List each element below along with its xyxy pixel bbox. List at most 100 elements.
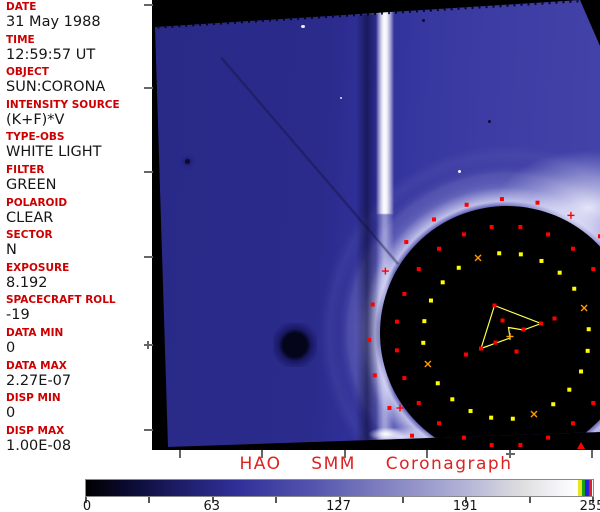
- fiducial-tick: [426, 450, 428, 458]
- fiducial-tick: [144, 171, 153, 173]
- outer-red-ring-dot: [464, 202, 469, 207]
- metadata-value: -19: [6, 307, 30, 324]
- metadata-value: 2.27E-07: [6, 372, 72, 389]
- pointing-polygon: [480, 304, 543, 350]
- outer-red-ring-dot: [404, 240, 409, 245]
- outer-red-ring-dot: [410, 433, 415, 438]
- colorbar-tick-label: 63: [203, 499, 221, 512]
- inner-yellow-ring-dot: [518, 252, 523, 257]
- metadata-item: DATA MAX 2.27E-07: [6, 360, 152, 393]
- middle-red-ring-dot: [394, 348, 399, 353]
- outer-red-ring-dot: [370, 302, 375, 307]
- colorbar-tick-label: 255: [579, 499, 600, 512]
- inner-yellow-ring-dot: [579, 369, 584, 374]
- scatter-dot: [464, 352, 468, 357]
- middle-red-ring-dot: [570, 421, 575, 426]
- middle-red-ring-dot: [591, 267, 596, 272]
- metadata-label: OBJECT: [6, 66, 49, 79]
- middle-red-ring-dot: [591, 400, 596, 405]
- polygon-vertex-dot: [539, 321, 543, 326]
- image-title: HAO SMM Coronagraph: [239, 454, 513, 474]
- metadata-value: 31 May 1988: [6, 14, 101, 30]
- metadata-value: SUN:CORONA: [6, 79, 106, 96]
- metadata-item: SPACECRAFT ROLL -19: [6, 294, 152, 327]
- middle-red-ring-dot: [546, 232, 551, 237]
- scatter-dot: [514, 349, 519, 354]
- middle-red-ring-dot: [570, 246, 575, 251]
- coronagraph-image-area: [152, 0, 600, 450]
- scatter-dot: [552, 316, 557, 321]
- inner-yellow-ring-dot: [468, 409, 473, 414]
- middle-red-ring-dot: [518, 224, 523, 229]
- triangle-marker: [577, 442, 585, 449]
- colorbar-tick: [528, 497, 531, 503]
- metadata-label: SECTOR: [6, 229, 53, 242]
- colorbar-tick-label: 127: [326, 499, 351, 512]
- middle-red-ring-dot: [518, 443, 523, 448]
- polygon-vertex-dot: [521, 327, 526, 332]
- metadata-label: TIME: [6, 33, 35, 46]
- fiducial-tick: [144, 256, 153, 258]
- metadata-value: 1.00E-08: [6, 437, 72, 454]
- middle-red-ring-dot: [394, 319, 399, 324]
- inner-yellow-ring-dot: [572, 286, 577, 291]
- polygon-vertex-dot: [479, 346, 483, 351]
- fiducial-tick: [179, 450, 181, 458]
- inner-yellow-ring-dot: [497, 251, 502, 256]
- middle-red-ring-dot: [546, 435, 551, 440]
- inner-yellow-ring-dot: [422, 319, 427, 324]
- inner-yellow-ring-dot: [450, 397, 455, 402]
- colorbar-tick-label: 191: [452, 499, 478, 512]
- metadata-item: DATA MIN 0: [6, 327, 152, 360]
- scatter-dot: [500, 318, 505, 323]
- fiducial-tick: [144, 429, 153, 431]
- metadata-item: TYPE-OBS WHITE LIGHT: [6, 131, 152, 164]
- metadata-label: EXPOSURE: [6, 261, 70, 274]
- sidebar-list: DATE 31 May 1988 TIME 12:59:57 UT OBJECT SUN:…: [6, 1, 152, 457]
- metadata-sidebar: DATE 31 May 1988 TIME 12:59:57 UT OBJECT SUN:…: [0, 0, 152, 460]
- coronagraph-viewer-window: DATE 31 May 1988 TIME 12:59:57 UT OBJECT SUN:…: [0, 0, 600, 512]
- fiducial-tick: [344, 450, 346, 458]
- inner-yellow-ring-dot: [557, 270, 562, 275]
- intensity-colorbar: [85, 479, 594, 497]
- middle-red-ring-dot: [416, 400, 421, 405]
- metadata-label: TYPE-OBS: [6, 131, 65, 144]
- metadata-label: DISP MIN: [6, 392, 61, 405]
- outer-red-ring-dot: [432, 217, 437, 222]
- inner-yellow-ring-dot: [551, 402, 556, 407]
- middle-red-ring-dot: [461, 435, 466, 440]
- metadata-value: 12:59:57 UT: [6, 46, 96, 63]
- outer-red-ring-dot: [367, 338, 372, 343]
- inner-yellow-ring-dot: [585, 348, 590, 353]
- fiducial-tick: [144, 4, 153, 6]
- metadata-item: TIME 12:59:57 UT: [6, 34, 152, 67]
- metadata-item: DISP MAX 1.00E-08: [6, 425, 152, 458]
- metadata-item: EXPOSURE 8.192: [6, 262, 152, 295]
- fiducial-tick: [591, 450, 593, 458]
- inner-yellow-ring-dot: [435, 381, 440, 386]
- middle-red-ring-dot: [437, 246, 442, 251]
- metadata-value: 0: [6, 339, 16, 356]
- metadata-item: POLAROID CLEAR: [6, 197, 152, 230]
- metadata-item: FILTER GREEN: [6, 164, 152, 197]
- outer-red-ring-dot: [372, 373, 377, 378]
- outer-red-ring-dot: [499, 197, 504, 202]
- fiducial-tick: [261, 450, 263, 458]
- metadata-label: FILTER: [6, 163, 45, 176]
- colorbar-tick: [148, 497, 151, 503]
- metadata-label: DISP MAX: [6, 424, 65, 437]
- fiducial-tick: [506, 453, 515, 455]
- colorbar-tick: [401, 497, 404, 503]
- metadata-item: OBJECT SUN:CORONA: [6, 66, 152, 99]
- metadata-item: DISP MIN 0: [6, 392, 152, 425]
- middle-red-ring-dot: [437, 421, 442, 426]
- middle-red-ring-dot: [402, 376, 407, 381]
- inner-yellow-ring-dot: [510, 416, 515, 421]
- middle-red-ring-dot: [489, 224, 494, 229]
- inner-yellow-ring-dot: [567, 387, 572, 392]
- polygon-vertex-dot: [493, 340, 498, 345]
- metadata-value: (K+F)*V: [6, 111, 65, 128]
- middle-red-ring-dot: [461, 232, 466, 237]
- metadata-value: WHITE LIGHT: [6, 144, 102, 161]
- metadata-value: 0: [6, 405, 16, 422]
